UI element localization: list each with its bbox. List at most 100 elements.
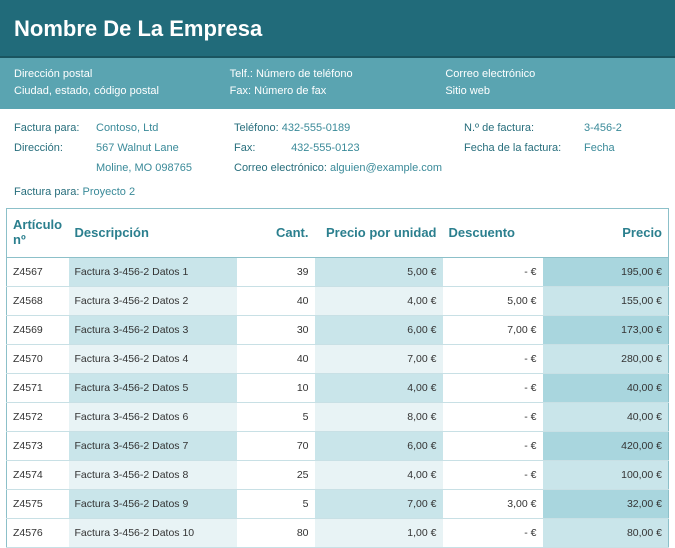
cell-item: Z4573 — [7, 432, 69, 461]
company-fax: Fax: Número de fax — [230, 83, 446, 100]
bill-email-value: alguien@example.com — [330, 162, 442, 174]
table-row: Z4575Factura 3-456-2 Datos 957,00 €3,00 … — [7, 490, 669, 519]
project-label: Factura para: — [14, 186, 79, 198]
bill-to-label: Factura para: — [14, 119, 96, 139]
table-row: Z4568Factura 3-456-2 Datos 2404,00 €5,00… — [7, 287, 669, 316]
table-row: Z4571Factura 3-456-2 Datos 5104,00 €- €4… — [7, 374, 669, 403]
cell-desc: Factura 3-456-2 Datos 8 — [69, 461, 237, 490]
cell-disc: 7,00 € — [443, 316, 543, 345]
cell-desc: Factura 3-456-2 Datos 1 — [69, 258, 237, 287]
project-value: Proyecto 2 — [82, 186, 135, 198]
cell-desc: Factura 3-456-2 Datos 4 — [69, 345, 237, 374]
bill-phone-value: 432-555-0189 — [282, 122, 351, 134]
bill-to-value: Contoso, Ltd — [96, 119, 158, 139]
invoice-date-label: Fecha de la factura: — [464, 139, 584, 159]
cell-price: 420,00 € — [543, 432, 669, 461]
bill-fax-label: Fax: — [234, 139, 288, 159]
cell-price: 195,00 € — [543, 258, 669, 287]
cell-item: Z4576 — [7, 519, 69, 548]
cell-qty: 70 — [237, 432, 315, 461]
invoice-date-value: Fecha — [584, 139, 615, 159]
table-row: Z4576Factura 3-456-2 Datos 10801,00 €- €… — [7, 519, 669, 548]
table-row: Z4570Factura 3-456-2 Datos 4407,00 €- €2… — [7, 345, 669, 374]
company-email: Correo electrónico — [445, 66, 661, 83]
cell-unit: 8,00 € — [315, 403, 443, 432]
cell-item: Z4574 — [7, 461, 69, 490]
cell-disc: 3,00 € — [443, 490, 543, 519]
cell-disc: - € — [443, 403, 543, 432]
cell-price: 100,00 € — [543, 461, 669, 490]
invoice-no-label: N.º de factura: — [464, 119, 584, 139]
cell-unit: 4,00 € — [315, 287, 443, 316]
col-unit: Precio por unidad — [315, 209, 443, 258]
bill-phone-label: Teléfono: — [234, 119, 279, 139]
cell-desc: Factura 3-456-2 Datos 6 — [69, 403, 237, 432]
cell-qty: 10 — [237, 374, 315, 403]
cell-price: 40,00 € — [543, 374, 669, 403]
col-desc: Descripción — [69, 209, 237, 258]
table-row: Z4573Factura 3-456-2 Datos 7706,00 €- €4… — [7, 432, 669, 461]
company-info-bar: Dirección postal Ciudad, estado, código … — [0, 58, 675, 109]
cell-unit: 6,00 € — [315, 432, 443, 461]
cell-qty: 25 — [237, 461, 315, 490]
cell-item: Z4575 — [7, 490, 69, 519]
cell-unit: 1,00 € — [315, 519, 443, 548]
cell-qty: 80 — [237, 519, 315, 548]
invoice-table: Artículo nº Descripción Cant. Precio por… — [6, 208, 669, 548]
project-row: Factura para: Proyecto 2 — [0, 182, 675, 208]
cell-price: 155,00 € — [543, 287, 669, 316]
cell-disc: 5,00 € — [443, 287, 543, 316]
cell-unit: 5,00 € — [315, 258, 443, 287]
bill-address-line2: Moline, MO 098765 — [96, 159, 192, 179]
cell-disc: - € — [443, 432, 543, 461]
table-row: Z4569Factura 3-456-2 Datos 3306,00 €7,00… — [7, 316, 669, 345]
cell-price: 280,00 € — [543, 345, 669, 374]
cell-qty: 5 — [237, 403, 315, 432]
cell-desc: Factura 3-456-2 Datos 3 — [69, 316, 237, 345]
cell-item: Z4567 — [7, 258, 69, 287]
cell-unit: 4,00 € — [315, 461, 443, 490]
table-header-row: Artículo nº Descripción Cant. Precio por… — [7, 209, 669, 258]
company-address-line1: Dirección postal — [14, 66, 230, 83]
col-price: Precio — [543, 209, 669, 258]
cell-qty: 39 — [237, 258, 315, 287]
invoice-no-value: 3-456-2 — [584, 119, 622, 139]
cell-item: Z4569 — [7, 316, 69, 345]
col-qty: Cant. — [237, 209, 315, 258]
cell-item: Z4570 — [7, 345, 69, 374]
cell-desc: Factura 3-456-2 Datos 5 — [69, 374, 237, 403]
cell-disc: - € — [443, 461, 543, 490]
company-address-line2: Ciudad, estado, código postal — [14, 83, 230, 100]
company-title: Nombre De La Empresa — [0, 0, 675, 58]
company-website: Sitio web — [445, 83, 661, 100]
cell-price: 173,00 € — [543, 316, 669, 345]
cell-qty: 40 — [237, 345, 315, 374]
table-row: Z4567Factura 3-456-2 Datos 1395,00 €- €1… — [7, 258, 669, 287]
table-row: Z4574Factura 3-456-2 Datos 8254,00 €- €1… — [7, 461, 669, 490]
col-item: Artículo nº — [7, 209, 69, 258]
bill-email-label: Correo electrónico: — [234, 159, 327, 179]
bill-to-block: Factura para: Contoso, Ltd Dirección: 56… — [0, 109, 675, 182]
col-disc: Descuento — [443, 209, 543, 258]
cell-item: Z4572 — [7, 403, 69, 432]
cell-desc: Factura 3-456-2 Datos 7 — [69, 432, 237, 461]
cell-disc: - € — [443, 258, 543, 287]
cell-item: Z4568 — [7, 287, 69, 316]
cell-disc: - € — [443, 374, 543, 403]
cell-price: 80,00 € — [543, 519, 669, 548]
cell-disc: - € — [443, 345, 543, 374]
bill-address-line1: 567 Walnut Lane — [96, 139, 179, 159]
cell-unit: 6,00 € — [315, 316, 443, 345]
cell-qty: 40 — [237, 287, 315, 316]
bill-address-label: Dirección: — [14, 139, 96, 159]
cell-item: Z4571 — [7, 374, 69, 403]
cell-desc: Factura 3-456-2 Datos 2 — [69, 287, 237, 316]
company-phone: Telf.: Número de teléfono — [230, 66, 446, 83]
cell-disc: - € — [443, 519, 543, 548]
cell-unit: 4,00 € — [315, 374, 443, 403]
cell-desc: Factura 3-456-2 Datos 10 — [69, 519, 237, 548]
bill-fax-value: 432-555-0123 — [291, 142, 360, 154]
cell-unit: 7,00 € — [315, 345, 443, 374]
cell-qty: 30 — [237, 316, 315, 345]
cell-desc: Factura 3-456-2 Datos 9 — [69, 490, 237, 519]
